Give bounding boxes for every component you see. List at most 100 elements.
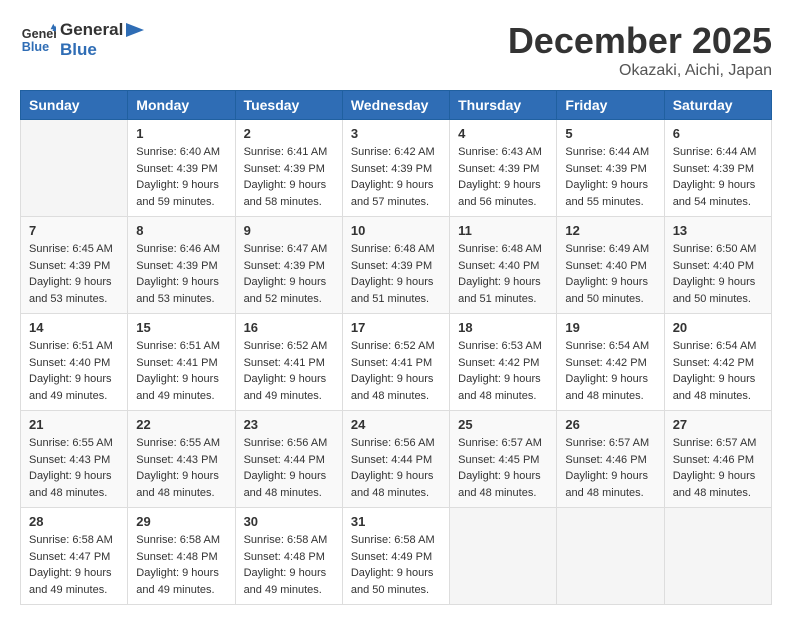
- day-header-thursday: Thursday: [450, 91, 557, 120]
- calendar-header-row: SundayMondayTuesdayWednesdayThursdayFrid…: [21, 91, 772, 120]
- calendar-cell: 23 Sunrise: 6:56 AMSunset: 4:44 PMDayligh…: [235, 411, 342, 508]
- day-header-tuesday: Tuesday: [235, 91, 342, 120]
- calendar-cell: 30 Sunrise: 6:58 AMSunset: 4:48 PMDayligh…: [235, 508, 342, 605]
- day-number: 26: [565, 417, 655, 432]
- day-header-monday: Monday: [128, 91, 235, 120]
- day-number: 9: [244, 223, 334, 238]
- day-number: 29: [136, 514, 226, 529]
- calendar-cell: 5 Sunrise: 6:44 AMSunset: 4:39 PMDaylight…: [557, 120, 664, 217]
- calendar-cell: 31 Sunrise: 6:58 AMSunset: 4:49 PMDayligh…: [342, 508, 449, 605]
- day-number: 27: [673, 417, 763, 432]
- day-number: 1: [136, 126, 226, 141]
- calendar-cell: 20 Sunrise: 6:54 AMSunset: 4:42 PMDayligh…: [664, 314, 771, 411]
- calendar-cell: 13 Sunrise: 6:50 AMSunset: 4:40 PMDayligh…: [664, 217, 771, 314]
- day-info: Sunrise: 6:51 AMSunset: 4:40 PMDaylight:…: [29, 338, 119, 404]
- day-header-friday: Friday: [557, 91, 664, 120]
- day-info: Sunrise: 6:51 AMSunset: 4:41 PMDaylight:…: [136, 338, 226, 404]
- calendar-cell: 4 Sunrise: 6:43 AMSunset: 4:39 PMDaylight…: [450, 120, 557, 217]
- day-number: 19: [565, 320, 655, 335]
- day-number: 11: [458, 223, 548, 238]
- day-info: Sunrise: 6:55 AMSunset: 4:43 PMDaylight:…: [136, 435, 226, 501]
- day-info: Sunrise: 6:47 AMSunset: 4:39 PMDaylight:…: [244, 241, 334, 307]
- day-number: 8: [136, 223, 226, 238]
- day-info: Sunrise: 6:54 AMSunset: 4:42 PMDaylight:…: [673, 338, 763, 404]
- day-number: 16: [244, 320, 334, 335]
- day-info: Sunrise: 6:49 AMSunset: 4:40 PMDaylight:…: [565, 241, 655, 307]
- calendar-cell: 3 Sunrise: 6:42 AMSunset: 4:39 PMDaylight…: [342, 120, 449, 217]
- day-info: Sunrise: 6:40 AMSunset: 4:39 PMDaylight:…: [136, 144, 226, 210]
- day-info: Sunrise: 6:58 AMSunset: 4:48 PMDaylight:…: [244, 532, 334, 598]
- day-info: Sunrise: 6:43 AMSunset: 4:39 PMDaylight:…: [458, 144, 548, 210]
- page-header: General Blue General Blue December 2025 …: [20, 20, 772, 80]
- calendar-cell: 21Sunrise: 6:55 AMSunset: 4:43 PMDayligh…: [21, 411, 128, 508]
- day-info: Sunrise: 6:53 AMSunset: 4:42 PMDaylight:…: [458, 338, 548, 404]
- day-info: Sunrise: 6:58 AMSunset: 4:49 PMDaylight:…: [351, 532, 441, 598]
- day-number: 14: [29, 320, 119, 335]
- calendar-cell: 22Sunrise: 6:55 AMSunset: 4:43 PMDayligh…: [128, 411, 235, 508]
- day-info: Sunrise: 6:44 AMSunset: 4:39 PMDaylight:…: [565, 144, 655, 210]
- day-number: 21: [29, 417, 119, 432]
- calendar-cell: 25Sunrise: 6:57 AMSunset: 4:45 PMDayligh…: [450, 411, 557, 508]
- calendar-cell: 6Sunrise: 6:44 AMSunset: 4:39 PMDaylight…: [664, 120, 771, 217]
- day-number: 20: [673, 320, 763, 335]
- day-number: 4: [458, 126, 548, 141]
- calendar-week-row: 7 Sunrise: 6:45 AMSunset: 4:39 PMDaylight…: [21, 217, 772, 314]
- calendar-week-row: 1 Sunrise: 6:40 AMSunset: 4:39 PMDaylight…: [21, 120, 772, 217]
- calendar-cell: 28 Sunrise: 6:58 AMSunset: 4:47 PMDayligh…: [21, 508, 128, 605]
- day-info: Sunrise: 6:45 AMSunset: 4:39 PMDaylight:…: [29, 241, 119, 307]
- day-number: 13: [673, 223, 763, 238]
- logo-general: General: [60, 20, 123, 40]
- logo-icon: General Blue: [20, 22, 56, 58]
- day-number: 23: [244, 417, 334, 432]
- day-info: Sunrise: 6:52 AMSunset: 4:41 PMDaylight:…: [351, 338, 441, 404]
- day-info: Sunrise: 6:48 AMSunset: 4:39 PMDaylight:…: [351, 241, 441, 307]
- month-title: December 2025: [508, 20, 772, 62]
- day-info: Sunrise: 6:56 AMSunset: 4:44 PMDaylight:…: [351, 435, 441, 501]
- location: Okazaki, Aichi, Japan: [508, 62, 772, 80]
- day-number: 18: [458, 320, 548, 335]
- calendar-cell: [557, 508, 664, 605]
- calendar-cell: 11 Sunrise: 6:48 AMSunset: 4:40 PMDayligh…: [450, 217, 557, 314]
- calendar-week-row: 28 Sunrise: 6:58 AMSunset: 4:47 PMDayligh…: [21, 508, 772, 605]
- day-number: 28: [29, 514, 119, 529]
- day-info: Sunrise: 6:57 AMSunset: 4:46 PMDaylight:…: [565, 435, 655, 501]
- svg-text:Blue: Blue: [22, 40, 49, 54]
- calendar-cell: 9 Sunrise: 6:47 AMSunset: 4:39 PMDaylight…: [235, 217, 342, 314]
- day-number: 7: [29, 223, 119, 238]
- day-info: Sunrise: 6:52 AMSunset: 4:41 PMDaylight:…: [244, 338, 334, 404]
- calendar-cell: 29 Sunrise: 6:58 AMSunset: 4:48 PMDayligh…: [128, 508, 235, 605]
- calendar-body: 1 Sunrise: 6:40 AMSunset: 4:39 PMDaylight…: [21, 120, 772, 605]
- day-number: 10: [351, 223, 441, 238]
- calendar-cell: 1 Sunrise: 6:40 AMSunset: 4:39 PMDaylight…: [128, 120, 235, 217]
- day-info: Sunrise: 6:56 AMSunset: 4:44 PMDaylight:…: [244, 435, 334, 501]
- calendar-cell: [664, 508, 771, 605]
- day-info: Sunrise: 6:44 AMSunset: 4:39 PMDaylight:…: [673, 144, 763, 210]
- day-info: Sunrise: 6:58 AMSunset: 4:48 PMDaylight:…: [136, 532, 226, 598]
- calendar-cell: 15 Sunrise: 6:51 AMSunset: 4:41 PMDayligh…: [128, 314, 235, 411]
- calendar-cell: 8 Sunrise: 6:46 AMSunset: 4:39 PMDaylight…: [128, 217, 235, 314]
- calendar-cell: 2Sunrise: 6:41 AMSunset: 4:39 PMDaylight…: [235, 120, 342, 217]
- day-info: Sunrise: 6:58 AMSunset: 4:47 PMDaylight:…: [29, 532, 119, 598]
- day-info: Sunrise: 6:57 AMSunset: 4:46 PMDaylight:…: [673, 435, 763, 501]
- logo: General Blue General Blue: [20, 20, 144, 60]
- day-number: 3: [351, 126, 441, 141]
- day-info: Sunrise: 6:57 AMSunset: 4:45 PMDaylight:…: [458, 435, 548, 501]
- day-info: Sunrise: 6:46 AMSunset: 4:39 PMDaylight:…: [136, 241, 226, 307]
- day-info: Sunrise: 6:41 AMSunset: 4:39 PMDaylight:…: [244, 144, 334, 210]
- calendar-cell: 10 Sunrise: 6:48 AMSunset: 4:39 PMDayligh…: [342, 217, 449, 314]
- calendar-cell: [450, 508, 557, 605]
- day-info: Sunrise: 6:42 AMSunset: 4:39 PMDaylight:…: [351, 144, 441, 210]
- day-number: 30: [244, 514, 334, 529]
- day-number: 15: [136, 320, 226, 335]
- calendar-cell: 16 Sunrise: 6:52 AMSunset: 4:41 PMDayligh…: [235, 314, 342, 411]
- day-info: Sunrise: 6:48 AMSunset: 4:40 PMDaylight:…: [458, 241, 548, 307]
- logo-blue: Blue: [60, 40, 144, 60]
- day-number: 31: [351, 514, 441, 529]
- day-number: 5: [565, 126, 655, 141]
- day-number: 17: [351, 320, 441, 335]
- calendar-cell: 12Sunrise: 6:49 AMSunset: 4:40 PMDayligh…: [557, 217, 664, 314]
- day-header-sunday: Sunday: [21, 91, 128, 120]
- calendar-table: SundayMondayTuesdayWednesdayThursdayFrid…: [20, 90, 772, 605]
- day-header-wednesday: Wednesday: [342, 91, 449, 120]
- day-info: Sunrise: 6:50 AMSunset: 4:40 PMDaylight:…: [673, 241, 763, 307]
